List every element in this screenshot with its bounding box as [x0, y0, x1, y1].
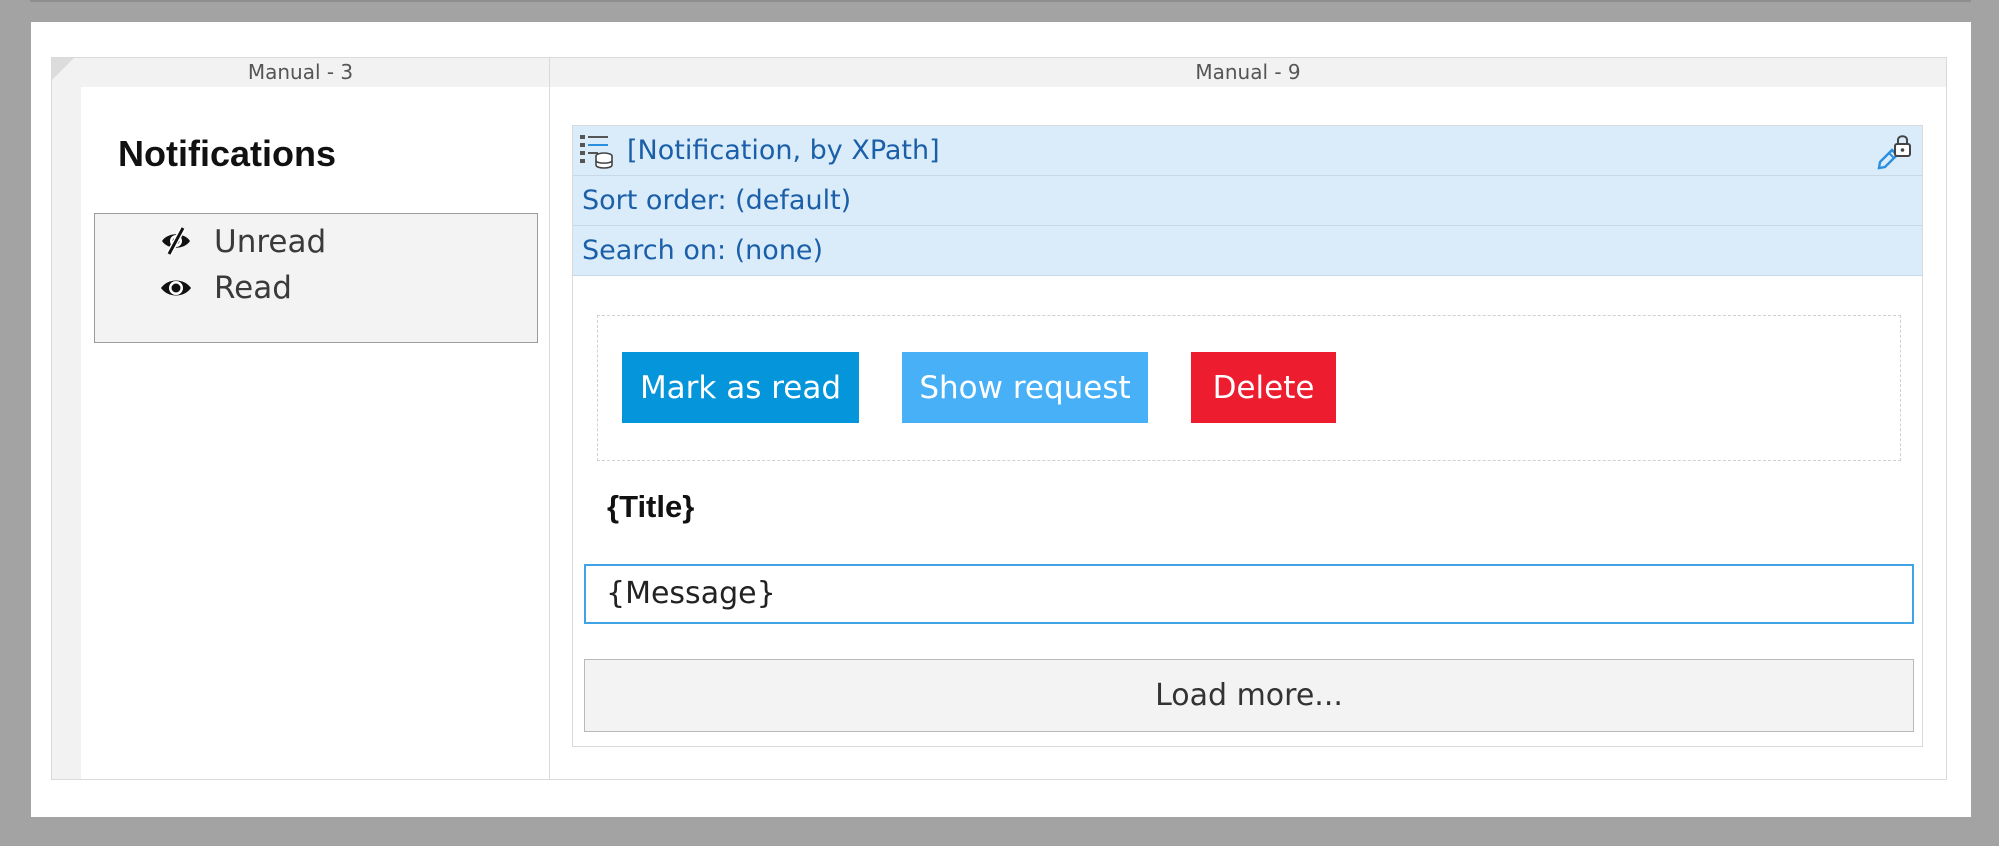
nav-item-label: Unread — [214, 224, 327, 260]
right-column-header: Manual - 9 — [550, 58, 1946, 87]
edit-lock-icon[interactable] — [1876, 132, 1914, 170]
notification-title-field: {Title} — [607, 489, 695, 524]
search-on-label: Search on: (none) — [582, 235, 824, 266]
window-top-edge — [30, 0, 1971, 2]
eye-icon — [160, 272, 192, 304]
left-margin-strip — [52, 87, 81, 779]
left-column: Manual - 3 Notifications Unread Read — [52, 58, 550, 779]
sort-order-row[interactable]: Sort order: (default) — [573, 176, 1922, 226]
corner-marker — [52, 58, 74, 80]
notification-list-view: [Notification, by XPath] Sort order: (de… — [572, 125, 1923, 747]
listview-database-icon — [579, 133, 613, 169]
sort-order-label: Sort order: (default) — [582, 185, 852, 216]
eye-slash-icon — [160, 226, 192, 258]
load-more-button[interactable]: Load more... — [584, 659, 1914, 732]
notification-message-field[interactable]: {Message} — [584, 564, 1914, 624]
mark-as-read-button[interactable]: Mark as read — [622, 352, 859, 423]
search-on-row[interactable]: Search on: (none) — [573, 226, 1922, 276]
nav-item-read[interactable]: Read — [160, 266, 292, 310]
datasource-label: [Notification, by XPath] — [627, 135, 940, 166]
notifications-title: Notifications — [118, 133, 337, 174]
nav-item-label: Read — [214, 270, 292, 306]
layout-grid: Manual - 3 Notifications Unread Read Man… — [51, 57, 1947, 780]
notification-filter-nav: Unread Read — [94, 213, 538, 343]
delete-button[interactable]: Delete — [1191, 352, 1336, 423]
action-button-group: Mark as read Show request Delete — [597, 315, 1901, 461]
nav-item-unread[interactable]: Unread — [160, 220, 326, 264]
show-request-button[interactable]: Show request — [902, 352, 1148, 423]
right-column: Manual - 9 [Notification, by XPath] Sort… — [550, 58, 1946, 779]
left-column-header: Manual - 3 — [52, 58, 549, 87]
listview-datasource-header[interactable]: [Notification, by XPath] — [573, 126, 1922, 176]
page-canvas: Manual - 3 Notifications Unread Read Man… — [31, 22, 1971, 817]
